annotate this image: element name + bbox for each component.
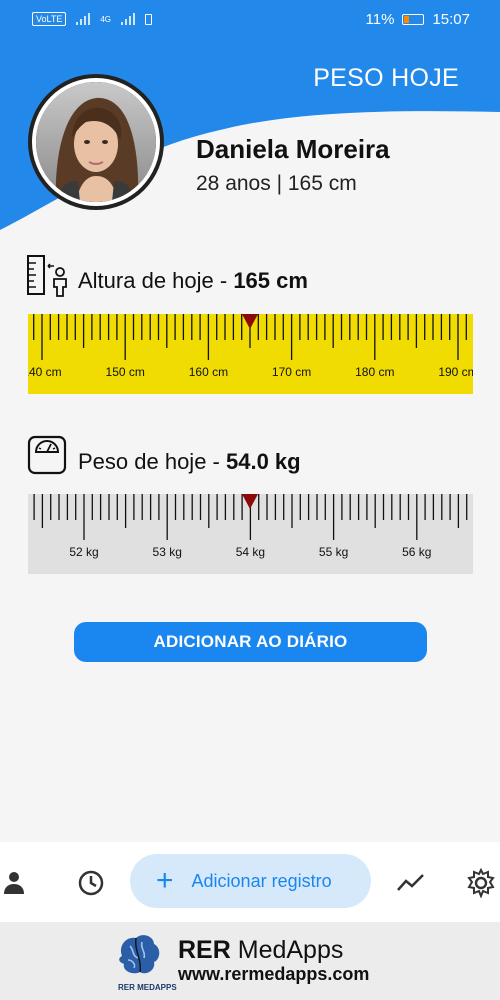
profile-icon[interactable] [2, 868, 32, 898]
user-photo-icon [36, 82, 156, 202]
ad-brand-prefix: RER [178, 936, 231, 964]
add-record-label: Adicionar registro [191, 870, 332, 891]
weight-ruler-tick-label: 52 kg [69, 545, 98, 559]
clock: 15:07 [432, 11, 470, 28]
add-record-button[interactable]: + Adicionar registro [130, 854, 371, 908]
settings-icon[interactable] [466, 868, 496, 898]
ad-brand-suffix: MedApps [230, 936, 344, 964]
weight-ruler-tick-label: 53 kg [153, 545, 182, 559]
height-ruler-tick-label: 190 cm [438, 365, 473, 379]
weight-ruler[interactable]: 52 kg 53 kg 54 kg 55 kg 56 kg [28, 494, 473, 574]
height-ruler-tick-label: 170 cm [272, 365, 311, 379]
scale-icon [27, 435, 67, 475]
battery-icon [402, 14, 425, 25]
height-value: 165 cm [233, 268, 308, 293]
height-title: Altura de hoje - 165 cm [78, 268, 308, 294]
weight-ruler-scale: 52 kg 53 kg 54 kg 55 kg 56 kg [33, 494, 468, 559]
weight-ruler-tick-label: 56 kg [402, 545, 431, 559]
user-info: 28 anos | 165 cm [196, 172, 357, 195]
weight-ruler-current-marker [242, 494, 258, 509]
height-ruler-tick-label: 140 cm [28, 365, 62, 379]
sim-icon [145, 13, 153, 25]
weight-ruler-tick-label: 54 kg [236, 545, 265, 559]
height-ruler-scale: 140 cm 150 cm 160 cm 170 cm 180 cm 190 cm [28, 314, 473, 379]
avatar[interactable] [28, 74, 164, 210]
weight-label: Peso de hoje - [78, 449, 226, 474]
volte-badge: VoLTE [32, 12, 67, 26]
add-to-diary-button[interactable]: ADICIONAR AO DIÁRIO [74, 622, 427, 662]
signal-icon-2 [121, 13, 136, 25]
plus-icon: + [156, 864, 174, 897]
history-icon[interactable] [76, 868, 106, 898]
height-ruler-tick-label: 160 cm [189, 365, 228, 379]
ad-url: www.rermedapps.com [178, 964, 370, 984]
height-ruler-tick-label: 150 cm [106, 365, 145, 379]
brain-logo-icon [119, 935, 160, 974]
chart-icon[interactable] [396, 868, 426, 898]
battery-percent: 11% [365, 11, 395, 28]
height-label: Altura de hoje - [78, 268, 234, 293]
signal-icon [76, 13, 91, 25]
height-ruler[interactable]: 140 cm 150 cm 160 cm 170 cm 180 cm 190 cm [28, 314, 473, 394]
height-ruler-tick-label: 180 cm [355, 365, 394, 379]
height-ruler-current-marker [242, 314, 258, 329]
status-bar: VoLTE 4G 11% 15:07 [0, 0, 500, 40]
ad-brand: RER MedApps [178, 936, 343, 965]
bottom-navigation: + Adicionar registro [0, 842, 500, 922]
weight-ruler-tick-label: 55 kg [319, 545, 348, 559]
weight-title: Peso de hoje - 54.0 kg [78, 449, 301, 475]
network-type: 4G [100, 14, 112, 24]
height-measure-icon [27, 255, 67, 297]
weight-value: 54.0 kg [225, 449, 301, 474]
user-name: Daniela Moreira [196, 134, 390, 164]
page-title: PESO HOJE [313, 64, 459, 92]
ad-logo-caption: RER MEDAPPS [118, 983, 177, 992]
